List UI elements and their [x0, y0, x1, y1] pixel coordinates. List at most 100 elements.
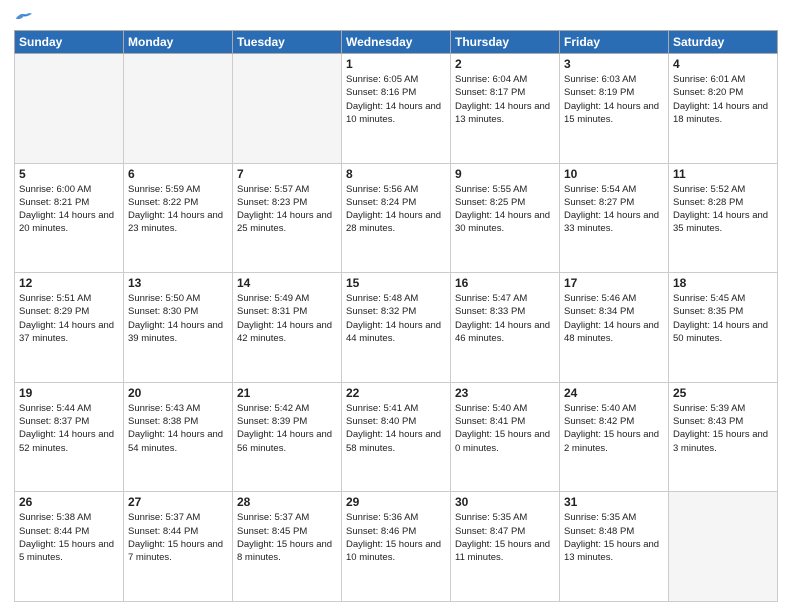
calendar-cell	[124, 54, 233, 164]
day-info: Sunrise: 5:54 AMSunset: 8:27 PMDaylight:…	[564, 183, 664, 236]
page: SundayMondayTuesdayWednesdayThursdayFrid…	[0, 0, 792, 612]
day-number: 11	[673, 167, 773, 181]
calendar-cell: 22Sunrise: 5:41 AMSunset: 8:40 PMDayligh…	[342, 382, 451, 492]
week-row-4: 19 Sunrise: 5:44 AMSunset: 8:37 PMDayligh…	[15, 382, 778, 492]
calendar-cell: 9 Sunrise: 5:55 AMSunset: 8:25 PMDaylight…	[451, 163, 560, 273]
calendar-table: SundayMondayTuesdayWednesdayThursdayFrid…	[14, 30, 778, 602]
day-number: 25	[673, 386, 773, 400]
day-number: 27	[128, 495, 228, 509]
day-number: 6	[128, 167, 228, 181]
day-info: Sunrise: 5:44 AMSunset: 8:37 PMDaylight:…	[19, 402, 119, 455]
calendar-cell: 3 Sunrise: 6:03 AMSunset: 8:19 PMDaylight…	[560, 54, 669, 164]
day-number: 7	[237, 167, 337, 181]
weekday-header-tuesday: Tuesday	[233, 31, 342, 54]
calendar-cell: 10 Sunrise: 5:54 AMSunset: 8:27 PMDayligh…	[560, 163, 669, 273]
day-info: Sunrise: 5:46 AMSunset: 8:34 PMDaylight:…	[564, 292, 664, 345]
calendar-cell: 13 Sunrise: 5:50 AMSunset: 8:30 PMDayligh…	[124, 273, 233, 383]
day-info: Sunrise: 5:42 AMSunset: 8:39 PMDaylight:…	[237, 402, 337, 455]
weekday-header-friday: Friday	[560, 31, 669, 54]
calendar-cell: 8 Sunrise: 5:56 AMSunset: 8:24 PMDaylight…	[342, 163, 451, 273]
day-info: Sunrise: 6:04 AMSunset: 8:17 PMDaylight:…	[455, 73, 555, 126]
calendar-cell: 7 Sunrise: 5:57 AMSunset: 8:23 PMDaylight…	[233, 163, 342, 273]
day-info: Sunrise: 5:35 AMSunset: 8:48 PMDaylight:…	[564, 511, 664, 564]
day-number: 26	[19, 495, 119, 509]
calendar-cell	[669, 492, 778, 602]
day-info: Sunrise: 5:40 AMSunset: 8:42 PMDaylight:…	[564, 402, 664, 455]
logo-bird-icon	[14, 10, 32, 24]
day-number: 29	[346, 495, 446, 509]
day-number: 23	[455, 386, 555, 400]
weekday-header-thursday: Thursday	[451, 31, 560, 54]
calendar-cell: 23 Sunrise: 5:40 AMSunset: 8:41 PMDayligh…	[451, 382, 560, 492]
day-number: 8	[346, 167, 446, 181]
day-info: Sunrise: 5:36 AMSunset: 8:46 PMDaylight:…	[346, 511, 446, 564]
week-row-3: 12 Sunrise: 5:51 AMSunset: 8:29 PMDayligh…	[15, 273, 778, 383]
week-row-1: 1Sunrise: 6:05 AMSunset: 8:16 PMDaylight…	[15, 54, 778, 164]
day-info: Sunrise: 5:45 AMSunset: 8:35 PMDaylight:…	[673, 292, 773, 345]
day-info: Sunrise: 5:40 AMSunset: 8:41 PMDaylight:…	[455, 402, 555, 455]
weekday-header-saturday: Saturday	[669, 31, 778, 54]
day-number: 2	[455, 57, 555, 71]
day-info: Sunrise: 5:56 AMSunset: 8:24 PMDaylight:…	[346, 183, 446, 236]
weekday-header-sunday: Sunday	[15, 31, 124, 54]
day-info: Sunrise: 5:59 AMSunset: 8:22 PMDaylight:…	[128, 183, 228, 236]
day-number: 13	[128, 276, 228, 290]
header	[14, 10, 778, 24]
calendar-cell: 5Sunrise: 6:00 AMSunset: 8:21 PMDaylight…	[15, 163, 124, 273]
day-info: Sunrise: 5:35 AMSunset: 8:47 PMDaylight:…	[455, 511, 555, 564]
day-number: 5	[19, 167, 119, 181]
day-number: 24	[564, 386, 664, 400]
logo	[14, 10, 34, 24]
day-info: Sunrise: 6:01 AMSunset: 8:20 PMDaylight:…	[673, 73, 773, 126]
day-number: 20	[128, 386, 228, 400]
calendar-cell: 4Sunrise: 6:01 AMSunset: 8:20 PMDaylight…	[669, 54, 778, 164]
week-row-5: 26Sunrise: 5:38 AMSunset: 8:44 PMDayligh…	[15, 492, 778, 602]
calendar-cell: 18Sunrise: 5:45 AMSunset: 8:35 PMDayligh…	[669, 273, 778, 383]
calendar-cell: 11Sunrise: 5:52 AMSunset: 8:28 PMDayligh…	[669, 163, 778, 273]
day-info: Sunrise: 5:43 AMSunset: 8:38 PMDaylight:…	[128, 402, 228, 455]
day-number: 17	[564, 276, 664, 290]
calendar-cell: 16Sunrise: 5:47 AMSunset: 8:33 PMDayligh…	[451, 273, 560, 383]
day-number: 31	[564, 495, 664, 509]
day-info: Sunrise: 5:55 AMSunset: 8:25 PMDaylight:…	[455, 183, 555, 236]
calendar-cell: 2 Sunrise: 6:04 AMSunset: 8:17 PMDaylight…	[451, 54, 560, 164]
day-info: Sunrise: 5:49 AMSunset: 8:31 PMDaylight:…	[237, 292, 337, 345]
calendar-cell: 19 Sunrise: 5:44 AMSunset: 8:37 PMDayligh…	[15, 382, 124, 492]
calendar-cell: 26Sunrise: 5:38 AMSunset: 8:44 PMDayligh…	[15, 492, 124, 602]
calendar-cell	[233, 54, 342, 164]
day-info: Sunrise: 5:57 AMSunset: 8:23 PMDaylight:…	[237, 183, 337, 236]
day-info: Sunrise: 5:48 AMSunset: 8:32 PMDaylight:…	[346, 292, 446, 345]
day-number: 15	[346, 276, 446, 290]
calendar-cell: 30 Sunrise: 5:35 AMSunset: 8:47 PMDayligh…	[451, 492, 560, 602]
calendar-cell: 21 Sunrise: 5:42 AMSunset: 8:39 PMDayligh…	[233, 382, 342, 492]
day-number: 28	[237, 495, 337, 509]
day-number: 30	[455, 495, 555, 509]
day-number: 14	[237, 276, 337, 290]
weekday-header-wednesday: Wednesday	[342, 31, 451, 54]
calendar-cell: 20 Sunrise: 5:43 AMSunset: 8:38 PMDayligh…	[124, 382, 233, 492]
day-number: 9	[455, 167, 555, 181]
day-info: Sunrise: 5:39 AMSunset: 8:43 PMDaylight:…	[673, 402, 773, 455]
day-info: Sunrise: 5:37 AMSunset: 8:44 PMDaylight:…	[128, 511, 228, 564]
calendar-cell: 15 Sunrise: 5:48 AMSunset: 8:32 PMDayligh…	[342, 273, 451, 383]
day-number: 19	[19, 386, 119, 400]
calendar-cell: 31 Sunrise: 5:35 AMSunset: 8:48 PMDayligh…	[560, 492, 669, 602]
calendar-cell: 1Sunrise: 6:05 AMSunset: 8:16 PMDaylight…	[342, 54, 451, 164]
day-info: Sunrise: 5:51 AMSunset: 8:29 PMDaylight:…	[19, 292, 119, 345]
day-info: Sunrise: 6:03 AMSunset: 8:19 PMDaylight:…	[564, 73, 664, 126]
weekday-header-monday: Monday	[124, 31, 233, 54]
day-number: 10	[564, 167, 664, 181]
day-info: Sunrise: 5:37 AMSunset: 8:45 PMDaylight:…	[237, 511, 337, 564]
day-info: Sunrise: 5:41 AMSunset: 8:40 PMDaylight:…	[346, 402, 446, 455]
calendar-cell: 27 Sunrise: 5:37 AMSunset: 8:44 PMDayligh…	[124, 492, 233, 602]
calendar-cell: 12 Sunrise: 5:51 AMSunset: 8:29 PMDayligh…	[15, 273, 124, 383]
calendar-cell: 24 Sunrise: 5:40 AMSunset: 8:42 PMDayligh…	[560, 382, 669, 492]
day-number: 3	[564, 57, 664, 71]
day-number: 12	[19, 276, 119, 290]
calendar-cell	[15, 54, 124, 164]
week-row-2: 5Sunrise: 6:00 AMSunset: 8:21 PMDaylight…	[15, 163, 778, 273]
day-number: 21	[237, 386, 337, 400]
day-number: 1	[346, 57, 446, 71]
day-info: Sunrise: 5:50 AMSunset: 8:30 PMDaylight:…	[128, 292, 228, 345]
day-info: Sunrise: 5:47 AMSunset: 8:33 PMDaylight:…	[455, 292, 555, 345]
